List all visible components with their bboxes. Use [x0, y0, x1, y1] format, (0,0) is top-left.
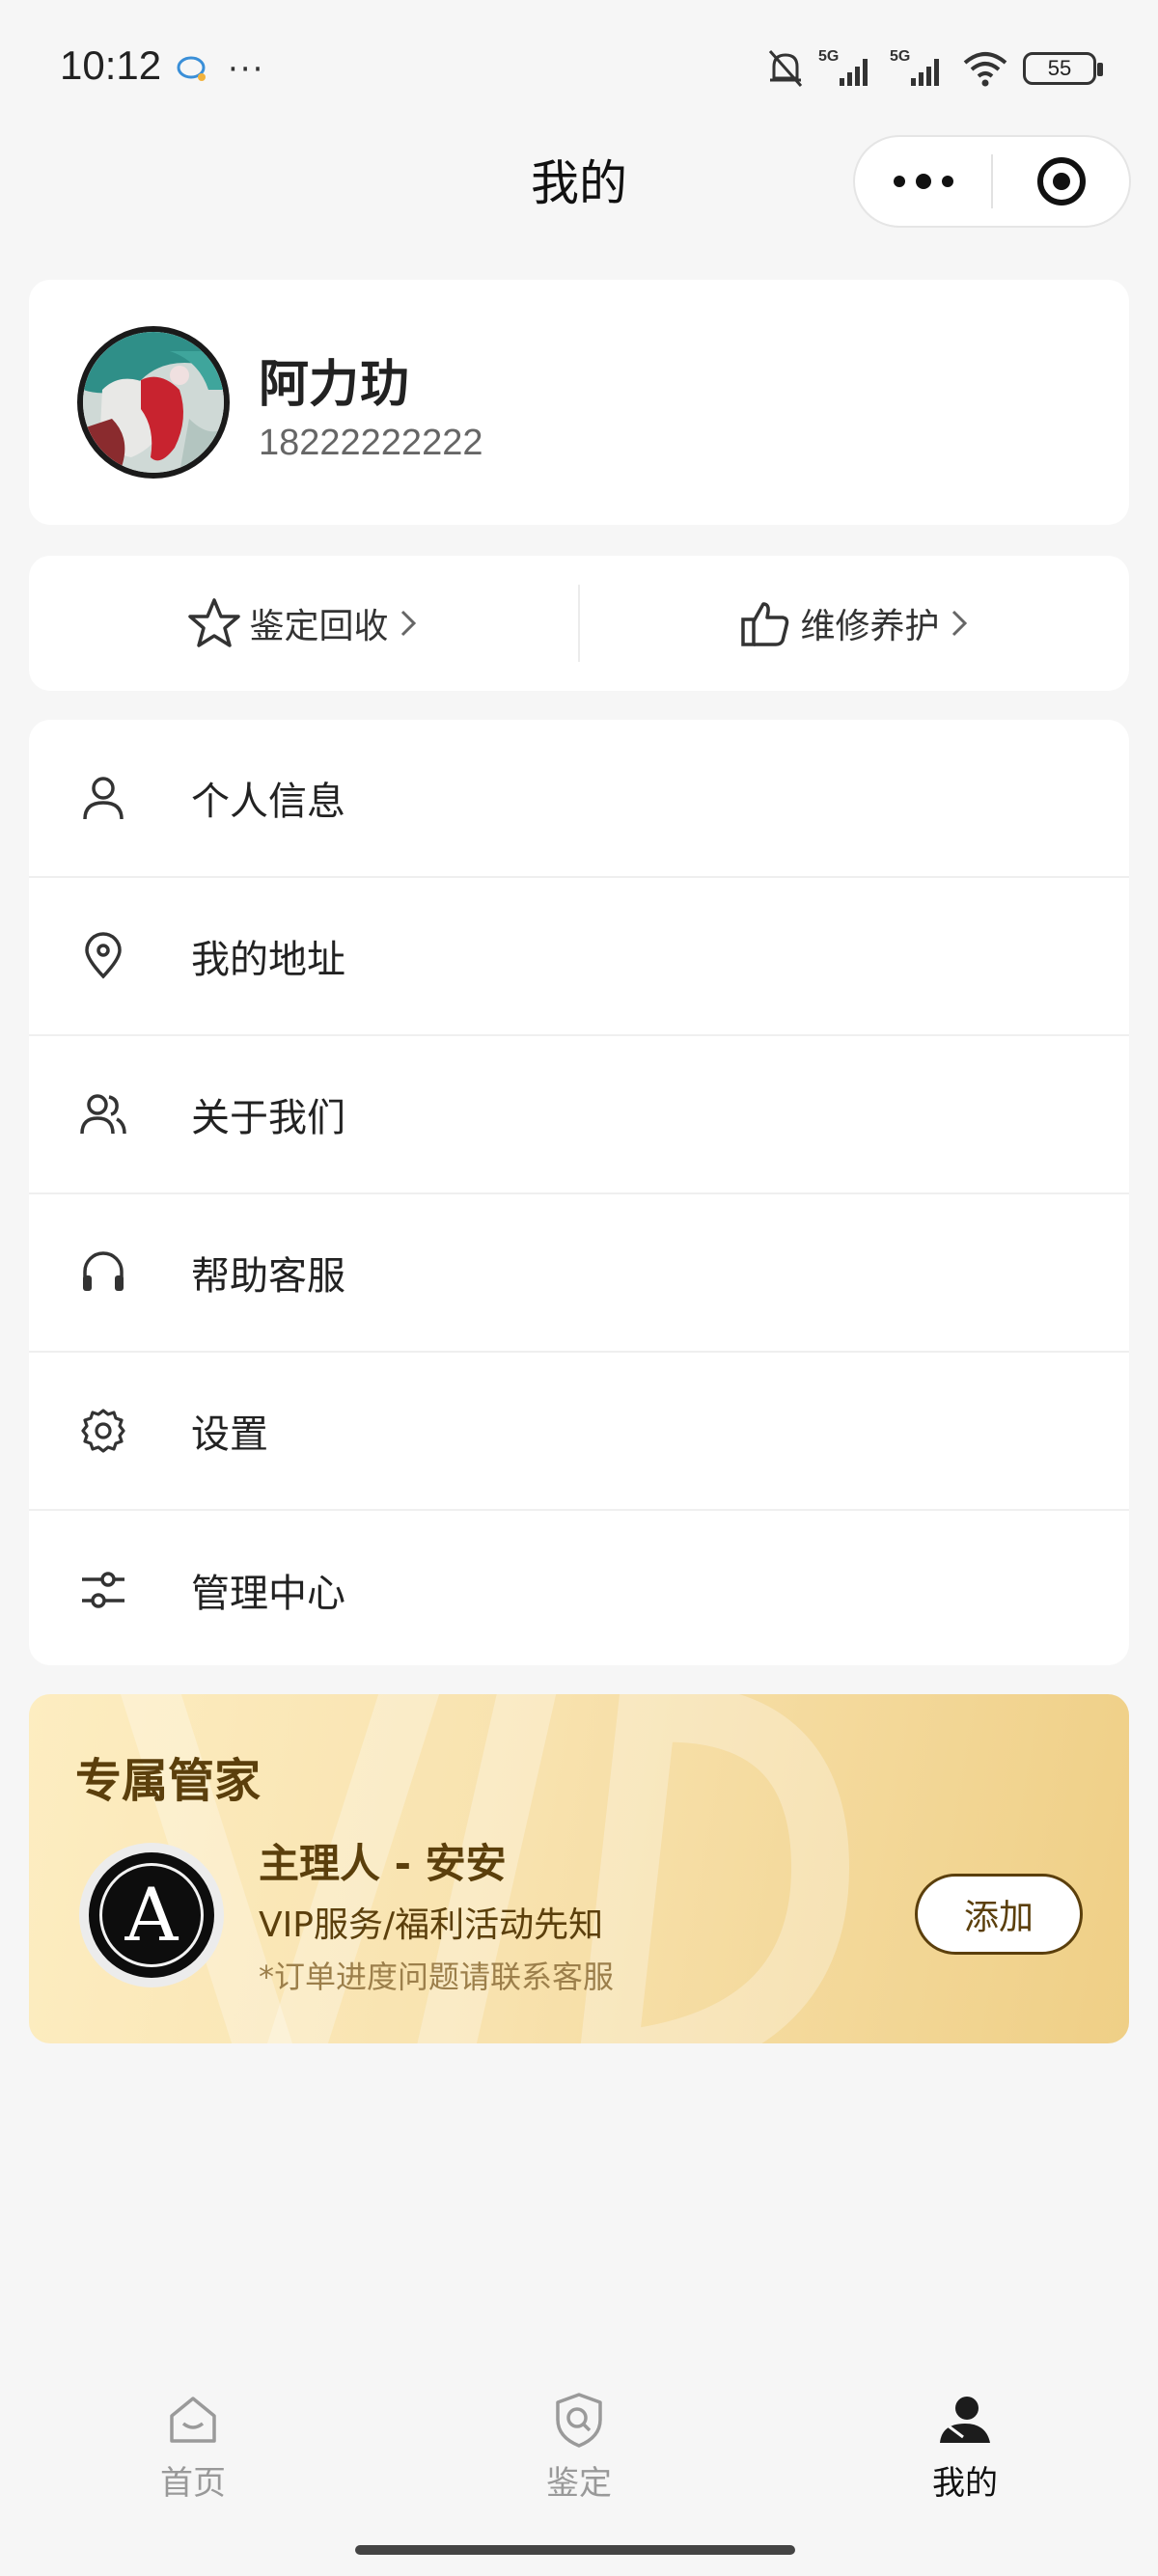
location-pin-icon: [85, 932, 122, 979]
thumbs-up-icon: [741, 602, 789, 646]
butler-service-text: VIP服务/福利活动先知: [259, 1905, 604, 1945]
butler-note-text: *订单进度问题请联系客服: [259, 1959, 615, 1995]
menu-item-management-center[interactable]: 管理中心: [29, 1511, 1129, 1665]
avatar-image: [83, 332, 224, 473]
star-icon: [188, 598, 241, 647]
more-button[interactable]: [855, 137, 991, 226]
appraisal-recycle-label: 鉴定回收: [249, 607, 389, 646]
tab-mine[interactable]: 我的: [772, 2354, 1158, 2537]
menu-label: 我的地址: [191, 938, 345, 982]
chevron-right-icon: [400, 610, 416, 637]
menu-item-my-address[interactable]: 我的地址: [29, 878, 1129, 1036]
menu-item-about-us[interactable]: 关于我们: [29, 1036, 1129, 1194]
butler-logo: A: [79, 1843, 224, 1987]
bottom-tab-bar: 首页 鉴定 我的: [0, 2354, 1158, 2537]
menu-label: 关于我们: [191, 1096, 345, 1140]
target-icon: [1036, 157, 1086, 206]
menu-label: 管理中心: [191, 1572, 345, 1616]
butler-logo-letter: A: [99, 1863, 204, 1967]
battery-icon: 55: [1023, 52, 1103, 85]
profile-card[interactable]: 阿力玏 18222222222: [29, 280, 1129, 525]
sliders-icon: [82, 1572, 124, 1608]
menu-label: 个人信息: [191, 780, 345, 824]
headphones-icon: [83, 1251, 124, 1291]
repair-maintenance-label: 维修养护: [800, 607, 940, 646]
signal-5g-icon-2: 5G: [890, 48, 939, 86]
repair-maintenance-button[interactable]: 维修养护: [580, 556, 1129, 691]
vip-title: 专属管家: [75, 1754, 262, 1808]
home-icon: [170, 2397, 216, 2443]
mini-program-capsule: [853, 135, 1131, 228]
tab-label: 鉴定: [546, 2464, 612, 2503]
signal-5g-icon: 5G: [818, 48, 868, 86]
wifi-icon: [963, 52, 1007, 87]
mute-bell-icon: [768, 50, 803, 87]
username: 阿力玏: [259, 356, 410, 414]
status-time: 10:12: [60, 42, 162, 88]
svg-text:5G: 5G: [818, 48, 839, 65]
tab-home[interactable]: 首页: [0, 2354, 386, 2537]
menu-item-help-service[interactable]: 帮助客服: [29, 1194, 1129, 1353]
chat-bubble-icon: [177, 56, 206, 81]
status-bar: 10:12 ··· 5G 5G 55: [0, 0, 1158, 135]
menu-label: 帮助客服: [191, 1254, 345, 1299]
users-icon: [80, 1094, 126, 1135]
gear-icon: [81, 1409, 125, 1453]
phone-number: 18222222222: [259, 423, 483, 463]
shield-search-icon: [556, 2393, 602, 2448]
status-more-dots: ···: [228, 50, 265, 89]
person-icon: [940, 2397, 990, 2443]
close-program-button[interactable]: [993, 137, 1129, 226]
butler-name: 主理人 - 安安: [259, 1840, 507, 1887]
quick-actions-card: 鉴定回收 维修养护: [29, 556, 1129, 691]
menu-card: 个人信息 我的地址 关于我们 帮助客服 设置 管理中心: [29, 720, 1129, 1665]
menu-label: 设置: [191, 1412, 268, 1457]
tab-label: 首页: [160, 2464, 226, 2503]
appraisal-recycle-button[interactable]: 鉴定回收: [29, 556, 578, 691]
chevron-right-icon: [951, 610, 967, 637]
tab-label: 我的: [932, 2464, 998, 2503]
more-dots-icon: [893, 174, 953, 189]
vip-butler-card: 专属管家 A 主理人 - 安安 VIP服务/福利活动先知 *订单进度问题请联系客…: [29, 1694, 1129, 2043]
tab-appraisal[interactable]: 鉴定: [386, 2354, 772, 2537]
user-icon: [83, 777, 124, 820]
avatar[interactable]: [77, 326, 230, 479]
svg-text:5G: 5G: [890, 48, 910, 65]
home-indicator: [355, 2545, 795, 2555]
status-icons: 5G 5G 55: [766, 44, 1103, 93]
menu-item-settings[interactable]: 设置: [29, 1353, 1129, 1511]
add-butler-button[interactable]: 添加: [915, 1874, 1083, 1955]
menu-item-personal-info[interactable]: 个人信息: [29, 720, 1129, 878]
